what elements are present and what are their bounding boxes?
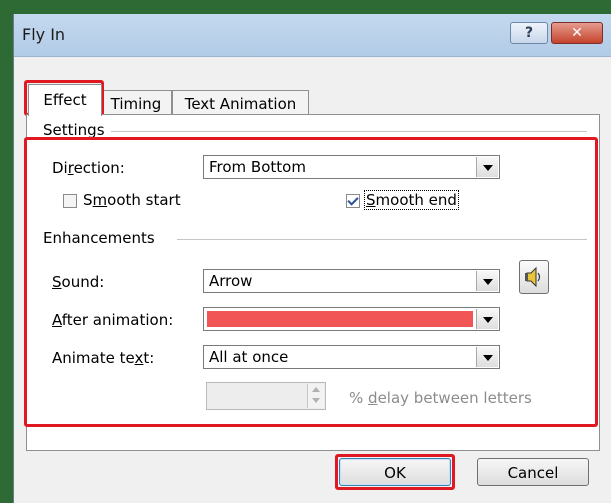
tab-timing-label: Timing [110, 95, 162, 113]
fly-in-dialog: Fly In ? ✕ Effect Timing Text Animation … [13, 14, 611, 503]
settings-highlight [24, 137, 598, 427]
tab-text-animation[interactable]: Text Animation [172, 90, 309, 116]
title-bar: Fly In ? ✕ [14, 14, 611, 57]
tab-text-animation-label: Text Animation [184, 95, 297, 113]
cancel-button[interactable]: Cancel [477, 458, 589, 486]
tab-effect-label: Effect [43, 91, 87, 109]
settings-divider [107, 131, 587, 132]
close-button[interactable]: ✕ [551, 22, 603, 44]
tab-timing[interactable]: Timing [100, 90, 172, 116]
dialog-title: Fly In [22, 25, 66, 44]
help-button[interactable]: ? [510, 22, 548, 44]
background-frame-left [0, 0, 13, 503]
ok-button-highlight [335, 454, 455, 490]
background-frame [0, 0, 611, 14]
tab-effect[interactable]: Effect [28, 84, 102, 116]
